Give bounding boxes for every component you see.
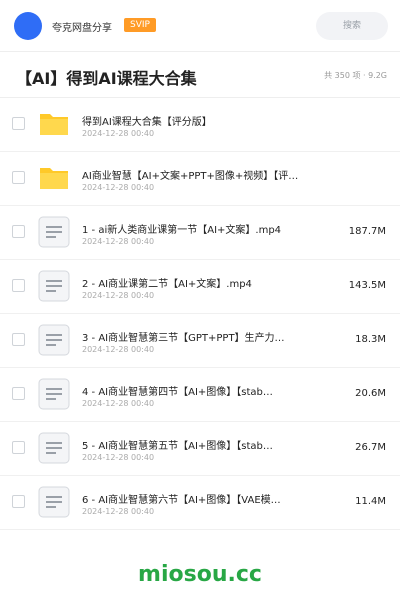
header: 夸克网盘分享 SVIP 搜索: [0, 0, 400, 52]
row-checkbox[interactable]: [12, 225, 25, 238]
file-row[interactable]: 3 - AI商业智慧第三节【GPT+PPT】生产力… 2024-12-28 00:…: [0, 314, 400, 368]
row-checkbox[interactable]: [12, 117, 25, 130]
avatar[interactable]: [14, 12, 42, 40]
file-date: 2024-12-28 00:40: [82, 291, 155, 300]
file-size: 143.5M: [348, 280, 386, 291]
file-row[interactable]: 1 - ai新人类商业课第一节【AI+文案】.mp4 2024-12-28 00:…: [0, 206, 400, 260]
file-name: 6 - AI商业智慧第六节【AI+图像】【VAE模…: [82, 495, 281, 506]
file-date: 2024-12-28 00:40: [82, 129, 155, 138]
file-size: 20.6M: [355, 388, 386, 399]
file-name: 5 - AI商业智慧第五节【AI+图像】【stab…: [82, 441, 273, 452]
row-checkbox[interactable]: [12, 495, 25, 508]
folder-icon: [38, 108, 70, 140]
file-name: 3 - AI商业智慧第三节【GPT+PPT】生产力…: [82, 333, 285, 344]
file-name: AI商业智慧【AI+文案+PPT+图像+视频】【评…: [82, 171, 299, 182]
document-icon: [38, 378, 70, 410]
file-row[interactable]: 6 - AI商业智慧第六节【AI+图像】【VAE模… 2024-12-28 00:…: [0, 476, 400, 530]
file-size: 18.3M: [355, 334, 386, 345]
title-bar: 【AI】得到AI课程大合集 共 350 项 · 9.2G: [0, 52, 400, 98]
file-name: 得到AI课程大合集【评分版】: [82, 117, 212, 128]
row-checkbox[interactable]: [12, 333, 25, 346]
watermark: miosou.cc: [138, 562, 262, 587]
document-icon: [38, 216, 70, 248]
svip-badge: SVIP: [124, 18, 156, 32]
file-date: 2024-12-28 00:40: [82, 345, 155, 354]
file-row[interactable]: 得到AI课程大合集【评分版】 2024-12-28 00:40: [0, 98, 400, 152]
file-name: 2 - AI商业课第二节【AI+文案】.mp4: [82, 279, 252, 290]
file-size: 187.7M: [348, 226, 386, 237]
file-summary: 共 350 项 · 9.2G: [324, 71, 387, 80]
file-row[interactable]: 5 - AI商业智慧第五节【AI+图像】【stab… 2024-12-28 00:…: [0, 422, 400, 476]
row-checkbox[interactable]: [12, 171, 25, 184]
row-checkbox[interactable]: [12, 441, 25, 454]
file-size: 26.7M: [355, 442, 386, 453]
username: 夸克网盘分享: [52, 23, 112, 34]
file-row[interactable]: 4 - AI商业智慧第四节【AI+图像】【stab… 2024-12-28 00:…: [0, 368, 400, 422]
document-icon: [38, 432, 70, 464]
document-icon: [38, 486, 70, 518]
search-button[interactable]: 搜索: [316, 12, 388, 40]
file-date: 2024-12-28 00:40: [82, 237, 155, 246]
file-name: 4 - AI商业智慧第四节【AI+图像】【stab…: [82, 387, 273, 398]
file-date: 2024-12-28 00:40: [82, 507, 155, 516]
file-row[interactable]: 2 - AI商业课第二节【AI+文案】.mp4 2024-12-28 00:40 1…: [0, 260, 400, 314]
file-row[interactable]: AI商业智慧【AI+文案+PPT+图像+视频】【评… 2024-12-28 00:…: [0, 152, 400, 206]
row-checkbox[interactable]: [12, 279, 25, 292]
row-checkbox[interactable]: [12, 387, 25, 400]
page-title: 【AI】得到AI课程大合集: [16, 69, 197, 88]
document-icon: [38, 324, 70, 356]
file-name: 1 - ai新人类商业课第一节【AI+文案】.mp4: [82, 225, 282, 236]
file-date: 2024-12-28 00:40: [82, 183, 155, 192]
document-icon: [38, 270, 70, 302]
file-size: 11.4M: [355, 496, 386, 507]
folder-icon: [38, 162, 70, 194]
file-date: 2024-12-28 00:40: [82, 399, 155, 408]
file-list: 得到AI课程大合集【评分版】 2024-12-28 00:40 AI商业智慧【AI+…: [0, 98, 400, 530]
file-date: 2024-12-28 00:40: [82, 453, 155, 462]
